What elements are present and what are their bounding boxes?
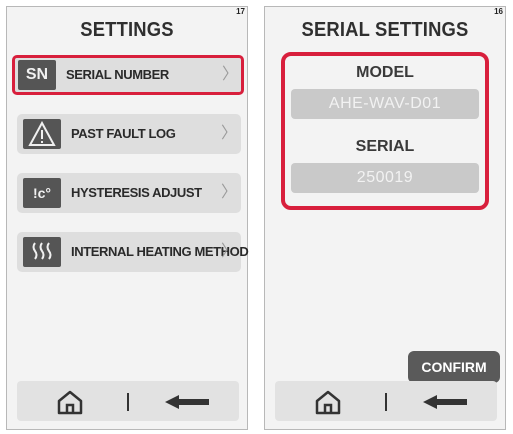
model-label: MODEL [356, 64, 414, 81]
serial-settings-screen: 16 SERIAL SETTINGS MODEL AHE-WAV-D01 SER… [264, 6, 506, 430]
screen-title: SERIAL SETTINGS [301, 19, 469, 41]
model-value[interactable]: AHE-WAV-D01 [291, 89, 479, 119]
heating-icon [23, 237, 61, 267]
chevron-right-icon: 〉 [220, 184, 237, 201]
home-icon[interactable] [55, 389, 85, 420]
home-icon[interactable] [313, 389, 343, 420]
confirm-button[interactable]: CONFIRM [408, 351, 500, 383]
divider [385, 393, 387, 411]
warning-icon [23, 119, 61, 149]
chevron-right-icon: 〉 [220, 125, 237, 142]
chevron-right-icon: 〉 [220, 243, 237, 260]
divider [127, 393, 129, 411]
menu-item-serial-number[interactable]: SN SERIAL NUMBER 〉 [12, 55, 244, 95]
menu-item-label: SERIAL NUMBER [66, 67, 169, 82]
menu-item-hysteresis-adjust[interactable]: !c° HYSTERESIS ADJUST 〉 [17, 173, 241, 213]
menu-item-internal-heating-method[interactable]: INTERNAL HEATING METHOD 〉 [17, 232, 249, 272]
page-number: 17 [236, 7, 245, 16]
menu-item-label: HYSTERESIS ADJUST [71, 185, 202, 200]
back-arrow-icon[interactable] [165, 395, 209, 414]
back-arrow-icon[interactable] [423, 395, 467, 414]
menu-item-past-fault-log[interactable]: PAST FAULT LOG 〉 [17, 114, 241, 154]
serial-value[interactable]: 250019 [291, 163, 479, 193]
screen-title: SETTINGS [80, 19, 174, 41]
serial-label: SERIAL [355, 138, 415, 155]
settings-screen: 17 SETTINGS SN SERIAL NUMBER 〉 PAST FAUL… [6, 6, 249, 430]
footer-nav-bar [275, 381, 497, 421]
chevron-right-icon: 〉 [221, 66, 238, 83]
page-number: 16 [494, 7, 503, 16]
hysteresis-icon: !c° [23, 178, 61, 208]
footer-nav-bar [17, 381, 239, 421]
serial-number-icon: SN [18, 60, 56, 90]
serial-info-panel: MODEL AHE-WAV-D01 SERIAL 250019 [281, 52, 489, 210]
menu-item-label: PAST FAULT LOG [71, 126, 176, 141]
